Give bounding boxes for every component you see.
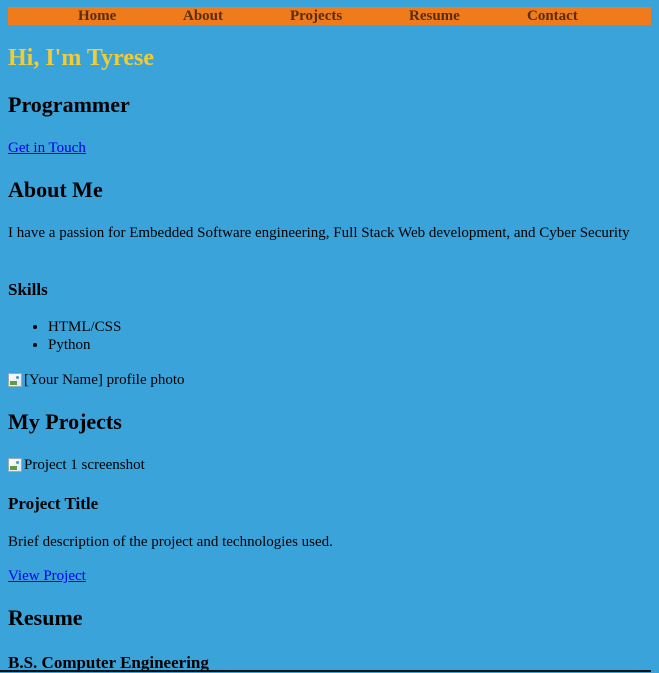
project-screenshot-alt-text: Project 1 screenshot	[24, 457, 145, 473]
profile-photo-alt-text: [Your Name] profile photo	[24, 372, 185, 388]
nav-projects-link[interactable]: Projects	[290, 7, 342, 25]
project-screenshot: Project 1 screenshot	[8, 456, 145, 474]
hero-title: Hi, I'm Tyrese	[8, 45, 154, 71]
nav-home-link[interactable]: Home	[78, 7, 116, 25]
top-navigation: Home About Projects Resume Contact	[8, 7, 651, 25]
portfolio-page: Home About Projects Resume Contact Hi, I…	[0, 0, 659, 672]
projects-section-title: My Projects	[8, 409, 122, 434]
skills-title: Skills	[8, 280, 48, 299]
about-description: I have a passion for Embedded Software e…	[8, 225, 630, 241]
nav-about-link[interactable]: About	[183, 7, 223, 25]
skill-item: HTML/CSS	[48, 318, 121, 336]
resume-section-title: Resume	[8, 605, 83, 630]
broken-image-icon	[8, 458, 22, 472]
view-project-link[interactable]: View Project	[8, 567, 86, 585]
right-page-edge	[651, 0, 659, 672]
get-in-touch-link[interactable]: Get in Touch	[8, 139, 86, 157]
hero-subtitle: Programmer	[8, 92, 130, 117]
about-section-title: About Me	[8, 177, 103, 202]
nav-contact-link[interactable]: Contact	[527, 7, 578, 25]
profile-photo: [Your Name] profile photo	[8, 371, 185, 389]
skill-item: Python	[48, 336, 121, 354]
nav-resume-link[interactable]: Resume	[409, 7, 460, 25]
project-title: Project Title	[8, 494, 99, 513]
project-description: Brief description of the project and tec…	[8, 534, 333, 550]
broken-image-icon	[8, 373, 22, 387]
skills-list: HTML/CSS Python	[8, 318, 121, 354]
